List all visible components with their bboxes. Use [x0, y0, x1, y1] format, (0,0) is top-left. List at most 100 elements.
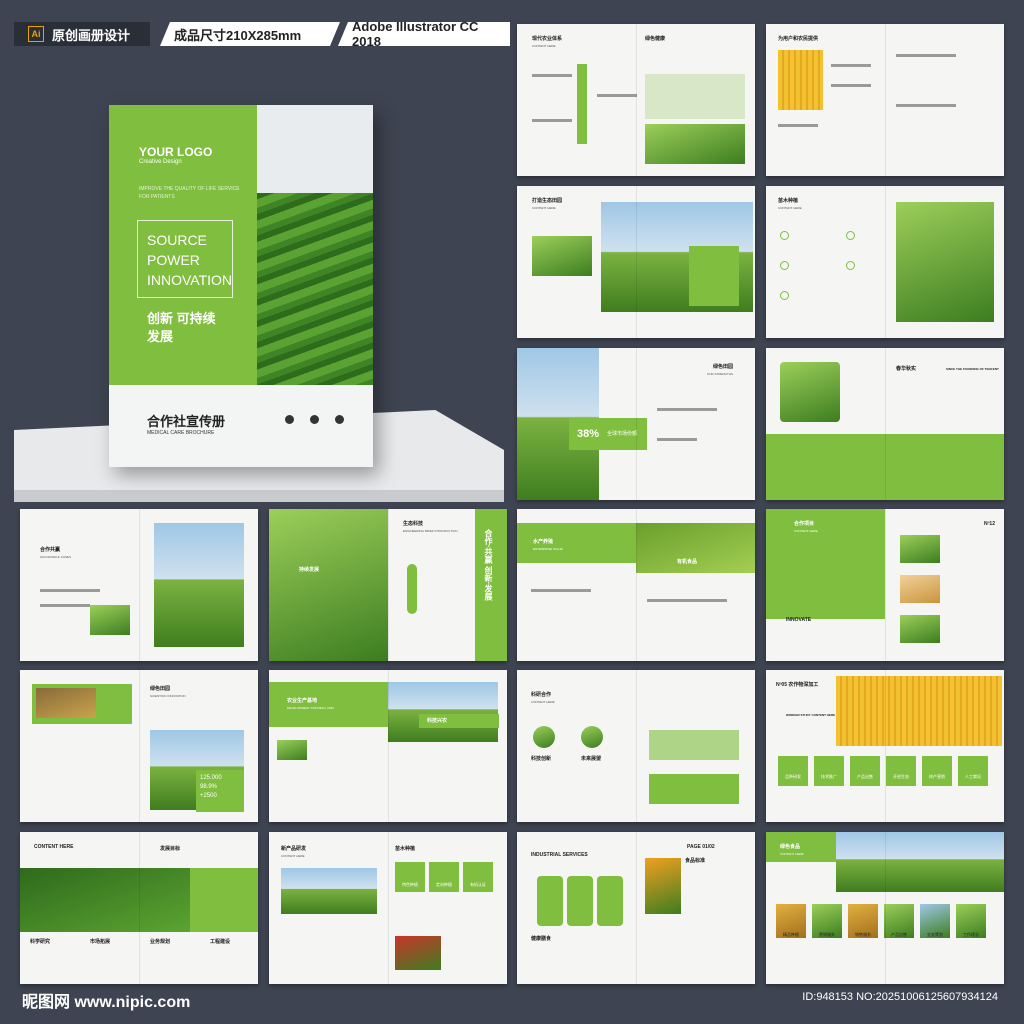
- contact-icons: [285, 415, 344, 424]
- text-line: [831, 64, 871, 67]
- text-line: [896, 104, 956, 107]
- photo-cell: 业务策划: [920, 904, 950, 938]
- strawberry-photo: [395, 936, 441, 970]
- tea-photo: [896, 202, 994, 322]
- spread-11: 绿色田园 SCIENTIFIC INNOVATION 125.000 98.9% …: [20, 670, 258, 822]
- panel-title: 科技兴农: [427, 718, 448, 724]
- text-line: [40, 589, 100, 592]
- cover-logo: YOUR LOGO Creative Design: [139, 145, 212, 165]
- text-line: [597, 94, 637, 97]
- cell: 定向种植: [429, 862, 459, 892]
- page-number: Nº12: [984, 521, 995, 527]
- label: 工程建设: [210, 939, 231, 945]
- cover-title-cn: 创新 可持续发展: [147, 311, 216, 344]
- text-line: [896, 54, 956, 57]
- spread-15: CONTENT HERE 发展目标 科学研究 市场拓展 业务规划 工程建设: [20, 832, 258, 984]
- spread-1: 现代农业体系 CONTENT HERE 绿色健康: [517, 24, 755, 176]
- spread-10: 合作项目 CONTENT HERE INNOVATE Nº12: [766, 509, 1004, 661]
- spread-title: 绿色食品 CONTENT HERE: [780, 844, 804, 856]
- farm-photo: [645, 124, 745, 164]
- stat-label: 全球市场份额: [607, 431, 638, 437]
- text-line: [531, 589, 591, 592]
- mountain-photo: [154, 523, 244, 647]
- spread-13: 科研合作 CONTENT HERE 科技创新 未来展望: [517, 670, 755, 822]
- tea-field-photo: [257, 193, 373, 385]
- text-line: [831, 84, 871, 87]
- spread-title: 食品标准: [685, 858, 706, 864]
- cows-photo: [836, 832, 1004, 892]
- timeline-bar: [577, 64, 587, 144]
- spread-title-2: 健康膳食: [531, 936, 552, 942]
- cabbage-photo: [780, 362, 840, 422]
- cell: 终产营销: [922, 756, 952, 786]
- cover-name-cn: 合作社宣传册: [147, 414, 226, 429]
- photo-cell: 精品种植: [776, 904, 806, 938]
- corn-photo: [778, 50, 823, 110]
- spread-title: 绿色田园 OUR STRENGTHS: [707, 364, 734, 376]
- text-line: [647, 599, 727, 602]
- spread-16: 新产品研发 CONTENT HERE 苗木种植 特色种植 定向种植 有机认证: [269, 832, 507, 984]
- cell: 人工栽培: [958, 756, 988, 786]
- spread-9: 水产养殖 ENTERPRISE VALUE 有机食品: [517, 509, 755, 661]
- spread-sub: WORKER STUDY CONTENT HERE: [786, 713, 836, 717]
- stat-value: 38%: [577, 428, 600, 440]
- spread-3: 打造生态田园 CONTENT HERE: [517, 186, 755, 338]
- text-line: [778, 124, 818, 127]
- icon-grid: [645, 74, 745, 119]
- terrace-photo: [269, 509, 388, 661]
- spread-sub: INDUSTRIAL SERVICES: [531, 852, 588, 858]
- text-line: [40, 604, 90, 607]
- spread-sub: CONTENT HERE: [34, 844, 74, 850]
- side-text: 合作·共赢 创新·发展: [484, 529, 493, 601]
- cell-row: 品种研发 技术推广 产品出售 开创生态 终产营销 人工栽培: [778, 756, 988, 786]
- photo-cell: 产品出售: [884, 904, 914, 938]
- photo: [900, 615, 940, 643]
- spread-title: 生态科技 ENGINEERING BRIEF INTRODUCTION: [403, 521, 458, 533]
- spread-2: 为用户和农民提供: [766, 24, 1004, 176]
- green-panel: [766, 509, 885, 619]
- photo-cell: 销售服务: [848, 904, 878, 938]
- caption-1: 科技创新: [531, 756, 552, 762]
- cover-top-blank: [257, 105, 373, 193]
- mountain-photo: [388, 682, 498, 742]
- field-photo: [532, 236, 592, 276]
- orange-photo: [645, 858, 681, 914]
- illustrator-icon: Ai: [28, 26, 44, 42]
- software-tag: Adobe Illustrator CC 2018: [338, 22, 510, 46]
- cell: 开创生态: [886, 756, 916, 786]
- leaf-icon: [846, 231, 855, 240]
- badge-label: 原创画册设计: [52, 27, 131, 43]
- leaf-icon: [780, 231, 789, 240]
- size-tag: 成品尺寸210X285mm: [160, 22, 340, 46]
- step-card: [567, 876, 593, 926]
- spread-4: 苗木种植 CONTENT HERE: [766, 186, 1004, 338]
- spread-14: Nº05 农作物深加工 WORKER STUDY CONTENT HERE 品种…: [766, 670, 1004, 822]
- corn-photo: [836, 676, 1002, 746]
- spread-title: 春华秋实: [896, 366, 917, 372]
- step-card: [537, 876, 563, 926]
- mail-icon: [310, 415, 319, 424]
- leaf-icon: [780, 261, 789, 270]
- spread-18: 绿色食品 CONTENT HERE 精品种植 营销服务 销售服务 产品出售 业务策…: [766, 832, 1004, 984]
- cell-grid: 特色种植 定向种植 有机认证: [395, 862, 493, 892]
- stat-value-2: 98.9%: [200, 784, 218, 790]
- brochure-cover: YOUR LOGO Creative Design IMPROVE THE QU…: [109, 105, 373, 467]
- photo: [900, 575, 940, 603]
- spread-7: 合作共赢 SUCCESSFUL CASES: [20, 509, 258, 661]
- photo: [277, 740, 307, 760]
- spread-title: 绿色田园 SCIENTIFIC INNOVATION: [150, 686, 186, 698]
- spread-6: 春华秋实 SINCE THE FOUNDING OF TENCENT: [766, 348, 1004, 500]
- photo-block: [649, 774, 739, 804]
- tag: INNOVATE: [786, 617, 812, 623]
- watermark: 昵图网 www.nipic.com: [22, 994, 191, 1011]
- spread-title: 为用户和农民提供: [778, 36, 819, 42]
- panel-title: 持续发展: [299, 567, 320, 573]
- circle-photo: [581, 726, 603, 748]
- image-id: ID:948153 NO:20251006125607934124: [802, 991, 998, 1003]
- spread-title-2: 苗木种植: [395, 846, 416, 852]
- spread-title: 发展目标: [160, 846, 181, 852]
- field-photo: [281, 868, 377, 914]
- spread-5: 38% 全球市场份额 绿色田园 OUR STRENGTHS: [517, 348, 755, 500]
- data-table: [649, 730, 739, 760]
- text-line: [532, 119, 572, 122]
